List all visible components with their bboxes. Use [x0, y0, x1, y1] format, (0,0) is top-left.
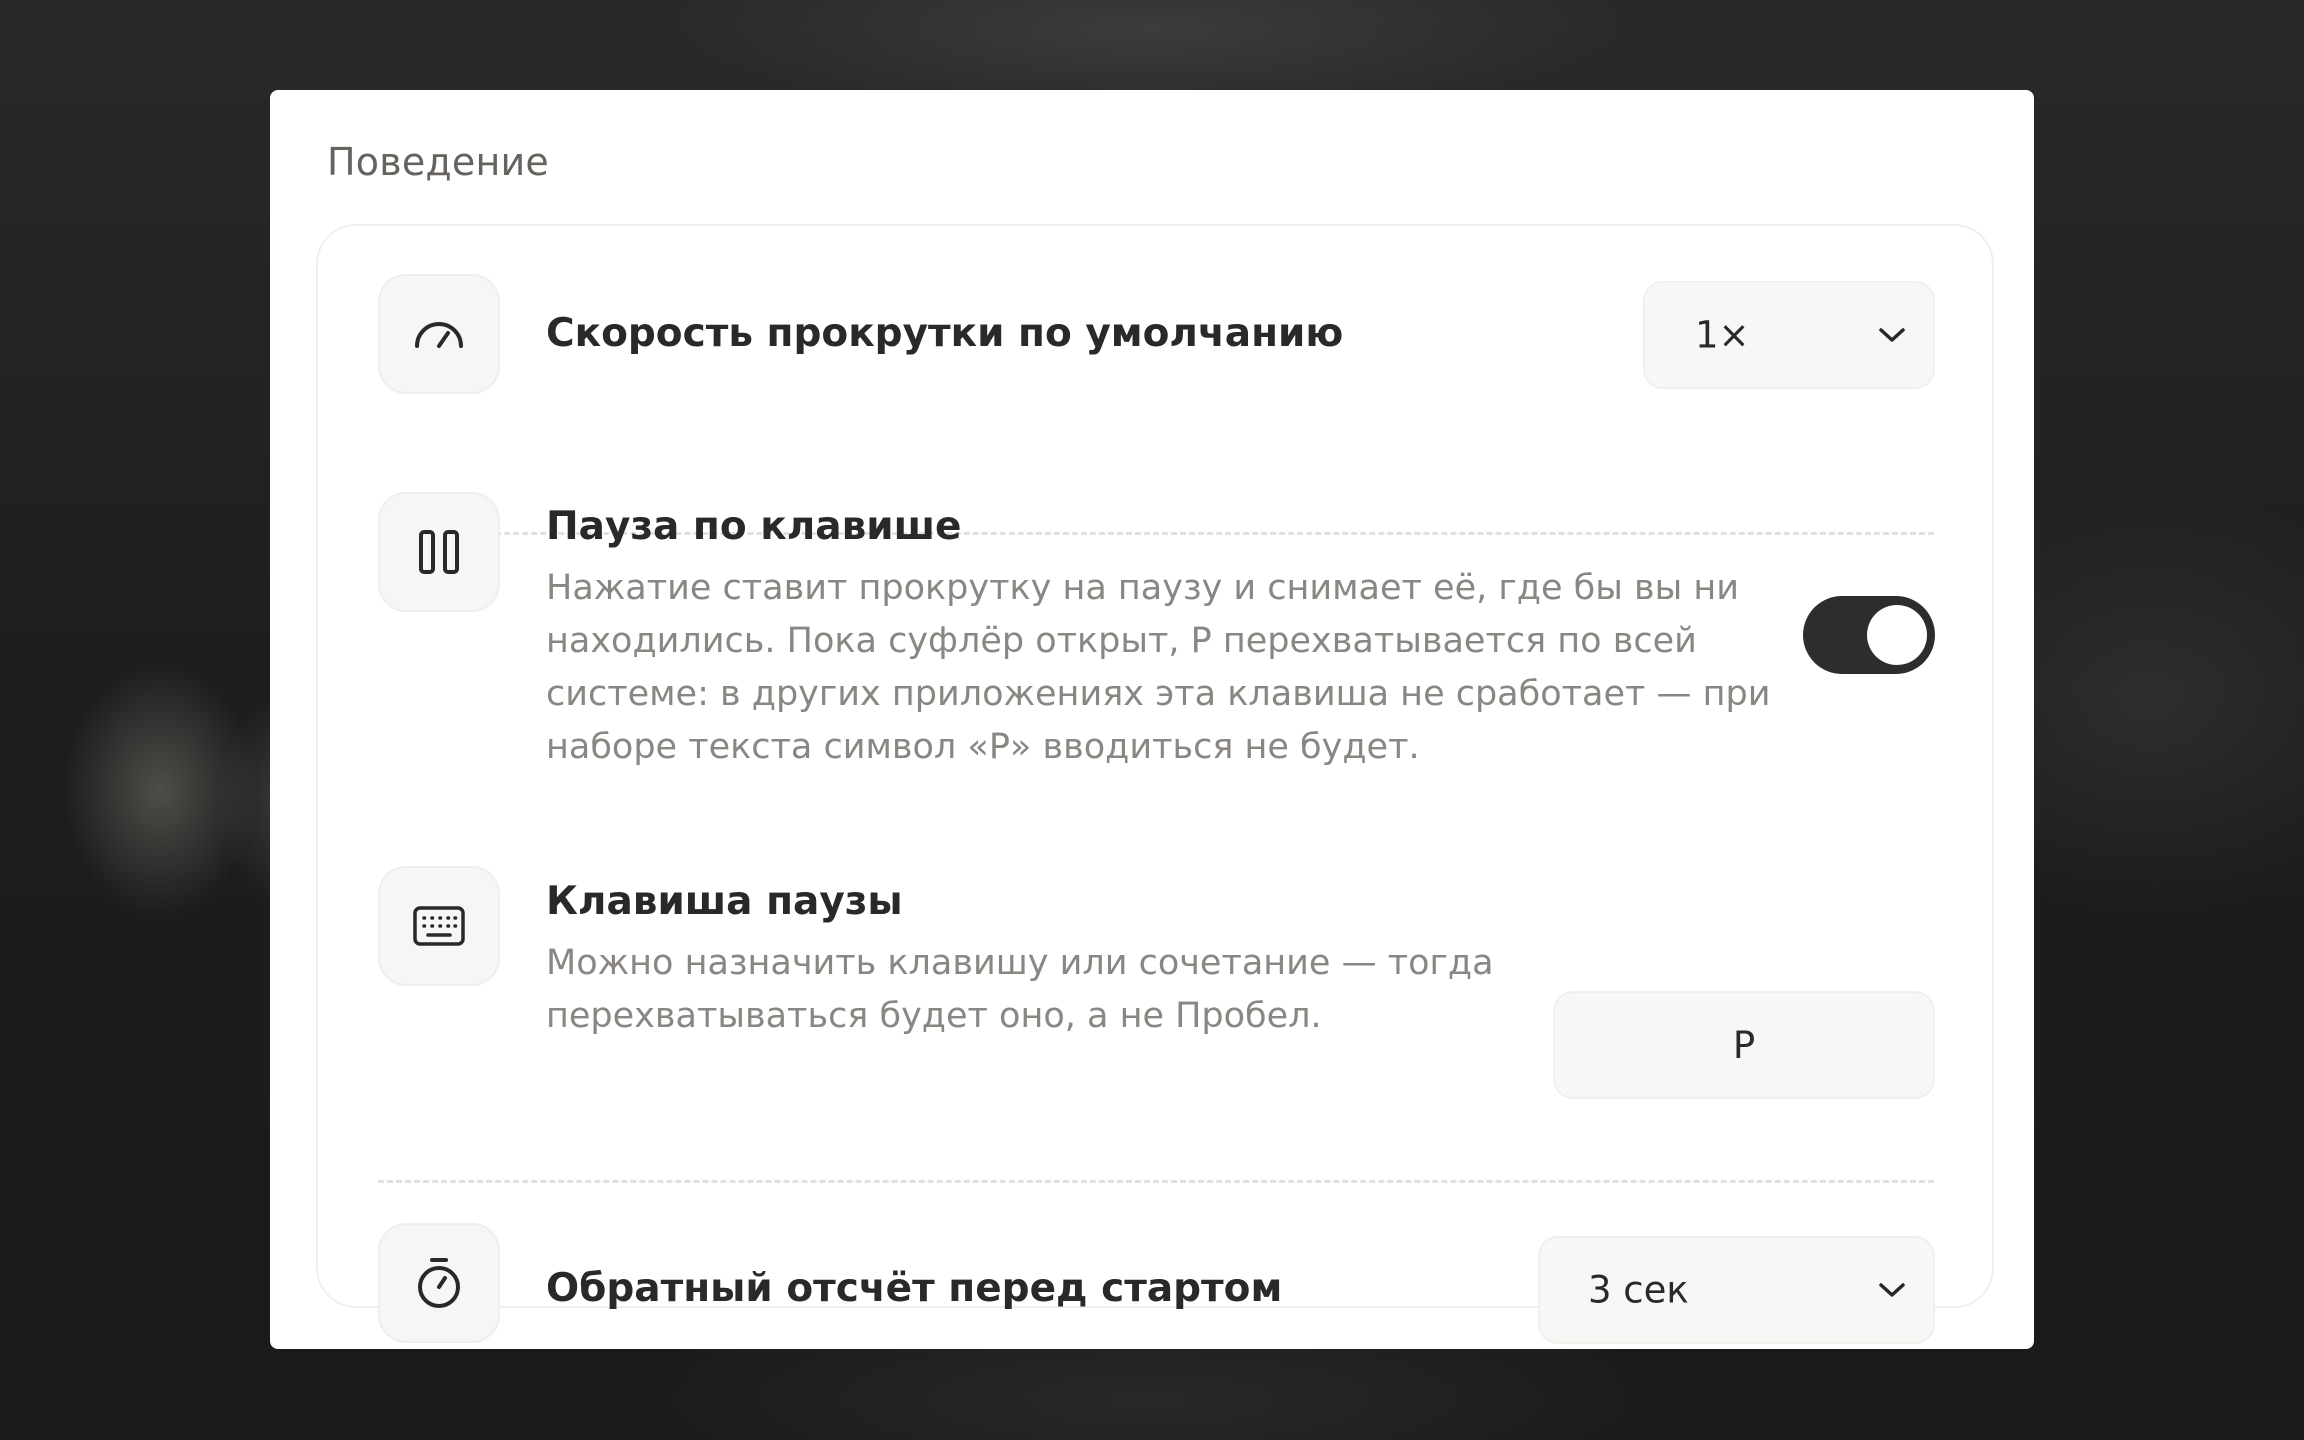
settings-panel: Поведение Скорость прокрутки по умолчани… — [270, 90, 2034, 1349]
section-title: Поведение — [327, 140, 549, 184]
description-line: системе: в других приложениях эта клавиш… — [546, 674, 1771, 714]
stopwatch-icon — [378, 1223, 500, 1343]
pause-toggle-switch[interactable] — [1803, 596, 1935, 674]
description-line: наборе текста символ «P» вводиться не бу… — [546, 727, 1420, 767]
chevron-down-icon — [1879, 1283, 1905, 1297]
scroll-speed-label: Скорость прокрутки по умолчанию — [546, 311, 1344, 356]
toggle-knob — [1867, 605, 1927, 665]
description-line: перехватываться будет оно, а не Пробел. — [546, 996, 1322, 1036]
pause-toggle-description: Нажатие ставит прокрутку на паузу и сним… — [546, 562, 1771, 774]
scroll-speed-select[interactable]: 1× — [1643, 281, 1935, 389]
description-line: находились. Пока суфлёр открыт, P перехв… — [546, 621, 1697, 661]
pause-icon — [378, 492, 500, 612]
pause-key-recorder[interactable]: P — [1553, 991, 1935, 1099]
countdown-select[interactable]: 3 сек — [1538, 1236, 1935, 1344]
pause-toggle-label: Пауза по клавише — [546, 504, 962, 549]
keyboard-icon — [378, 866, 500, 986]
behavior-settings-card: Скорость прокрутки по умолчанию 1× Пауза… — [316, 224, 1994, 1344]
scroll-speed-value: 1× — [1695, 313, 1750, 357]
countdown-value: 3 сек — [1588, 1268, 1689, 1312]
countdown-label: Обратный отсчёт перед стартом — [546, 1266, 1283, 1311]
description-line: Нажатие ставит прокрутку на паузу и сним… — [546, 568, 1739, 608]
description-line: Можно назначить клавишу или сочетание — … — [546, 943, 1494, 983]
divider — [378, 1180, 1934, 1183]
pause-key-description: Можно назначить клавишу или сочетание — … — [546, 937, 1494, 1043]
chevron-down-icon — [1879, 328, 1905, 342]
pause-key-label: Клавиша паузы — [546, 879, 903, 924]
gauge-icon — [378, 274, 500, 394]
